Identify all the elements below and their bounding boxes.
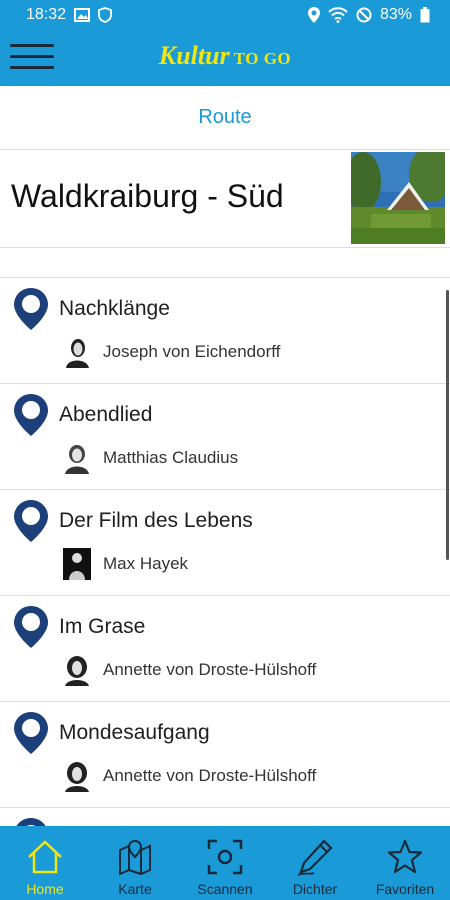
- author-portrait-icon: [63, 654, 91, 686]
- item-title: Nachklänge: [59, 297, 170, 320]
- nav-karte-label: Karte: [118, 881, 152, 897]
- bottom-navigation: Home Karte Scannen Dichter Favoriten: [0, 826, 450, 900]
- item-title: Mondesaufgang: [59, 721, 210, 744]
- nav-karte[interactable]: Karte: [90, 826, 180, 900]
- author-row: Annette von Droste-Hülshoff: [63, 760, 316, 792]
- author-row: Annette von Droste-Hülshoff: [63, 654, 316, 686]
- list-item[interactable]: Mondesaufgang Annette von Droste-Hülshof…: [0, 702, 450, 808]
- logo-sub: TO GO: [233, 49, 292, 68]
- item-title: Abendlied: [59, 403, 153, 426]
- map-pin-icon: [14, 712, 48, 754]
- nav-favoriten[interactable]: Favoriten: [360, 826, 450, 900]
- list-item[interactable]: [0, 808, 450, 826]
- route-tab-label: Route: [198, 106, 252, 128]
- logo-main: Kultur: [158, 41, 230, 70]
- author-name: Matthias Claudius: [103, 448, 239, 467]
- list-item[interactable]: Im Grase Annette von Droste-Hülshoff: [0, 596, 450, 702]
- pen-icon: [297, 839, 333, 876]
- map-pin-icon: [14, 394, 48, 436]
- author-row: Joseph von Eichendorff: [63, 336, 280, 368]
- author-name: Annette von Droste-Hülshoff: [103, 766, 317, 785]
- app-bar: Kultur TO GO: [0, 30, 450, 86]
- nav-dichter-label: Dichter: [292, 881, 338, 897]
- image-notification-icon: [74, 8, 91, 22]
- author-name: Annette von Droste-Hülshoff: [103, 660, 317, 679]
- nav-home-label: Home: [26, 881, 64, 897]
- status-time: 18:32: [26, 6, 67, 23]
- battery-icon: [420, 7, 430, 23]
- scan-icon: [207, 839, 243, 875]
- author-portrait-icon: [63, 336, 91, 368]
- route-title: Waldkraiburg - Süd: [11, 178, 284, 214]
- route-tab[interactable]: Route: [0, 86, 450, 150]
- map-pin-icon: [14, 500, 48, 542]
- nav-scannen[interactable]: Scannen: [180, 826, 270, 900]
- section-spacer: [0, 248, 450, 278]
- location-icon: [307, 7, 320, 23]
- author-row: Max Hayek: [63, 548, 188, 580]
- status-bar: 18:32 83%: [0, 0, 450, 30]
- nav-favoriten-label: Favoriten: [375, 881, 435, 897]
- nav-dichter[interactable]: Dichter: [270, 826, 360, 900]
- wifi-icon: [328, 7, 348, 23]
- list-scrollbar[interactable]: [446, 290, 449, 560]
- route-header: Waldkraiburg - Süd: [0, 150, 450, 248]
- author-portrait-icon: [63, 442, 91, 474]
- home-icon: [28, 840, 62, 874]
- author-name: Max Hayek: [103, 554, 189, 573]
- battery-percent: 83%: [379, 6, 412, 23]
- list-item[interactable]: Der Film des Lebens Max Hayek: [0, 490, 450, 596]
- map-pin-icon: [14, 606, 48, 648]
- item-title: Der Film des Lebens: [59, 509, 253, 532]
- nav-home[interactable]: Home: [0, 826, 90, 900]
- station-list: Nachklänge Joseph von Eichendorff Abendl…: [0, 278, 450, 826]
- author-name: Joseph von Eichendorff: [103, 342, 281, 361]
- do-not-disturb-icon: [356, 7, 372, 23]
- map-pin-icon: [16, 818, 46, 826]
- vpn-shield-icon: [98, 7, 112, 23]
- list-item[interactable]: Abendlied Matthias Claudius: [0, 384, 450, 490]
- author-portrait-icon: [63, 548, 91, 580]
- star-icon: [387, 839, 423, 874]
- nav-scannen-label: Scannen: [197, 881, 253, 897]
- route-thumbnail[interactable]: [351, 152, 445, 244]
- app-logo: Kultur TO GO: [0, 41, 450, 71]
- map-pin-icon: [14, 288, 48, 330]
- list-item[interactable]: Nachklänge Joseph von Eichendorff: [0, 278, 450, 384]
- item-title: Im Grase: [59, 615, 146, 638]
- author-row: Matthias Claudius: [63, 442, 238, 474]
- map-icon: [119, 839, 151, 876]
- author-portrait-icon: [63, 760, 91, 792]
